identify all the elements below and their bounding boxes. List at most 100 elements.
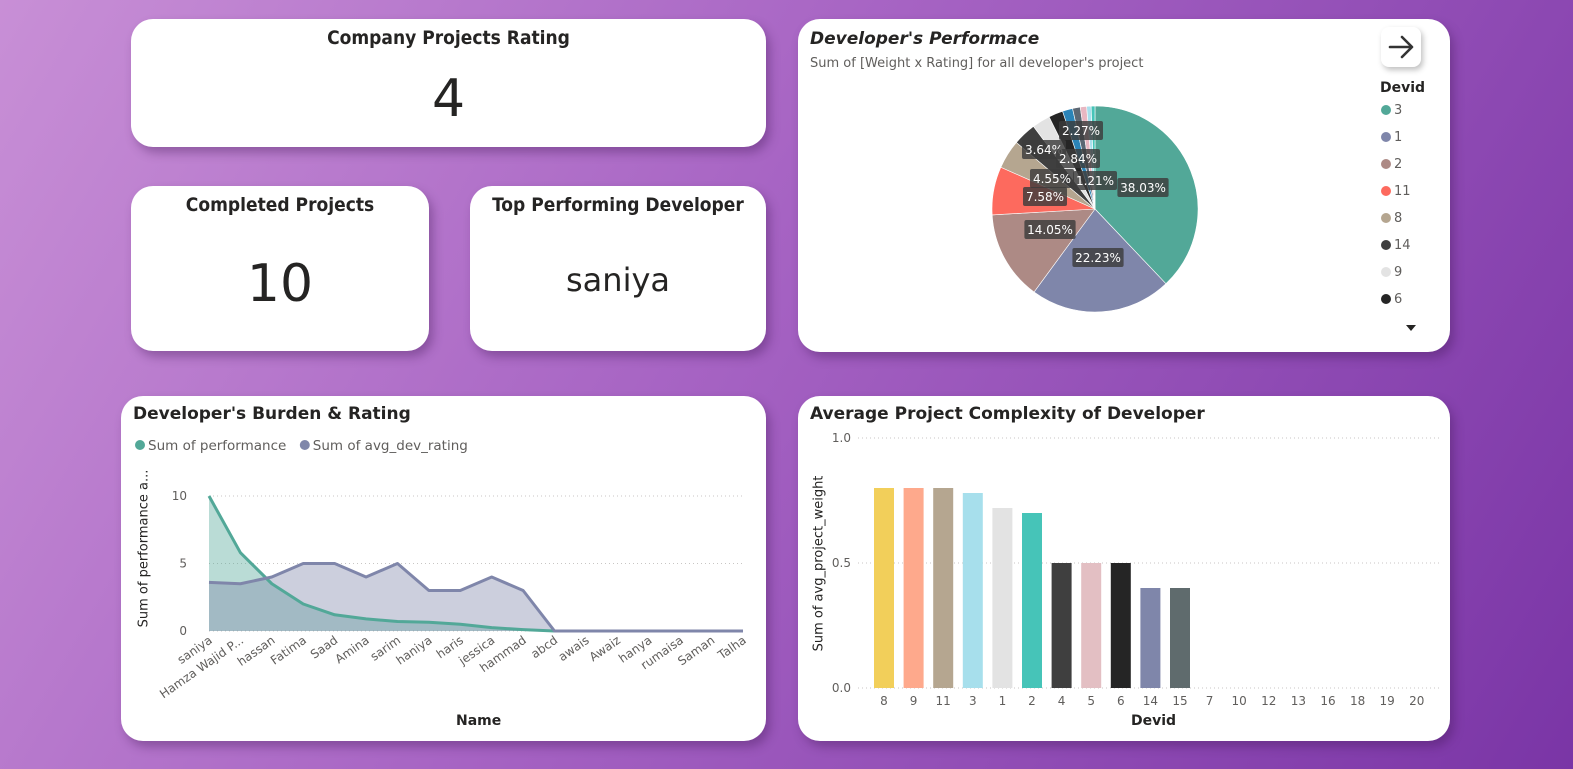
top-developer-card: Top Performing Developer saniya [470,186,766,351]
legend-marker-icon [1381,159,1391,169]
legend-scroll-down-icon[interactable] [1406,325,1416,331]
pie-legend-item[interactable]: 11 [1381,184,1411,199]
top-developer-title: Top Performing Developer [492,194,744,216]
burden-xlabel: Name [456,713,502,729]
x-tick-label: 11 [936,694,951,708]
pie-legend-item[interactable]: 1 [1381,130,1402,145]
legend-label: 8 [1394,211,1403,226]
legend-marker-icon [1381,105,1391,115]
legend-marker-icon [299,440,310,450]
bar [1022,513,1042,688]
rating-title: Company Projects Rating [327,27,570,49]
x-tick-label: 16 [1320,694,1335,708]
legend-label: 14 [1394,238,1411,253]
rating-card: Company Projects Rating 4 [131,19,766,147]
pie-legend-item[interactable]: 8 [1381,211,1402,226]
x-tick-label: 4 [1058,694,1066,708]
legend-label: 11 [1394,184,1411,199]
pie-data-label: 7.58% [1026,190,1064,204]
y-tick-label: 10 [172,489,187,503]
x-tick-label: Awaiz [587,633,623,664]
legend-marker-icon [1381,186,1391,196]
pie-chart: 38.03%22.23%14.05%7.58%4.55%3.64%2.84%2.… [991,105,1199,313]
bar [874,488,894,688]
x-tick-label: 10 [1232,694,1247,708]
y-tick-label: 0.5 [832,556,851,570]
rating-value: 4 [431,69,466,129]
burden-ylabel: Sum of performance a... [136,469,152,628]
x-tick-label: 8 [880,694,888,708]
x-tick-label: 5 [1087,694,1095,708]
legend-label: 3 [1394,103,1403,118]
pie-data-label: 2.84% [1059,152,1097,166]
burden-chart: 0 5 10 Sum of performance Sum of avg_dev_rat… [135,438,749,701]
y-tick-label: 1.0 [832,431,851,445]
x-tick-label: 20 [1409,694,1424,708]
x-tick-label: 6 [1117,694,1125,708]
legend-marker-icon [135,440,145,450]
pie-data-label: 4.55% [1033,172,1071,186]
pie-data-label: 14.05% [1027,223,1073,237]
completed-value: 10 [246,254,314,314]
bar [1110,563,1131,688]
legend-label: 1 [1394,130,1403,145]
bar [933,488,954,688]
x-tick-label: 12 [1261,694,1276,708]
x-tick-label: 13 [1291,694,1306,708]
pie-legend-item[interactable]: 14 [1381,238,1411,253]
legend-label: 9 [1394,265,1403,280]
bar [903,488,924,688]
pie-legend-title: Devid [1380,80,1426,96]
pie-data-label: 22.23% [1075,251,1121,265]
complexity-chart: 0.00.51.08 9 11 3 1 2 4 5 6 14 15 7 10 12 13 16 18 19 20 [832,431,1440,708]
pie-legend-item[interactable]: 9 [1381,265,1402,280]
pie-legend-item[interactable]: 2 [1381,157,1402,172]
x-tick-label: 3 [969,694,977,708]
x-tick-label: haniya [394,633,435,668]
completed-card: Completed Projects 10 [131,186,429,351]
x-tick-label: 1 [999,694,1007,708]
y-tick-label: 0.0 [832,681,851,695]
legend-marker-icon [1381,240,1391,250]
legend-label: Sum of avg_dev_rating [313,438,468,454]
legend-marker-icon [1381,294,1391,304]
top-developer-value: saniya [566,261,670,299]
bar [1051,563,1072,688]
pie-legend-item[interactable]: 3 [1381,103,1402,118]
x-tick-label: 19 [1380,694,1395,708]
legend-label: Sum of performance [148,438,286,454]
legend-marker-icon [1381,132,1391,142]
y-tick-label: 0 [179,624,187,638]
x-tick-label: Fatima [268,633,309,668]
legend-label: 6 [1394,292,1403,307]
bar [992,508,1013,688]
x-tick-label: 7 [1206,694,1214,708]
y-tick-label: 5 [179,557,187,571]
complexity-xlabel: Devid [1131,713,1177,729]
bar [962,493,983,688]
pie-legend-item[interactable]: 6 [1381,292,1402,307]
bar [1140,588,1161,688]
pie-data-label: 38.03% [1120,181,1166,195]
x-tick-label: Amina [332,633,371,666]
bar [1170,588,1190,688]
x-tick-label: 2 [1028,694,1036,708]
bar [1081,563,1102,688]
x-tick-label: 14 [1143,694,1158,708]
legend-marker-icon [1381,267,1391,277]
x-tick-label: 9 [910,694,918,708]
complexity-ylabel: Sum of avg_project_weight [811,475,827,652]
x-tick-label: 18 [1350,694,1365,708]
legend-marker-icon [1381,213,1391,223]
area-fill [209,563,743,631]
complexity-card: Average Project Complexity of Developer … [798,396,1450,741]
x-tick-label: 15 [1172,694,1187,708]
pie-card: Developer's Performace Sum of [Weight x … [798,19,1450,352]
completed-title: Completed Projects [185,194,375,216]
x-tick-label: awais [556,633,592,664]
legend-label: 2 [1394,157,1403,172]
burden-card: Developer's Burden & Rating 0 5 10 Sum of p… [121,396,766,741]
x-tick-label: abcd [528,633,560,661]
pie-data-label: 1.21% [1076,174,1114,188]
x-tick-label: Talha [714,633,748,663]
